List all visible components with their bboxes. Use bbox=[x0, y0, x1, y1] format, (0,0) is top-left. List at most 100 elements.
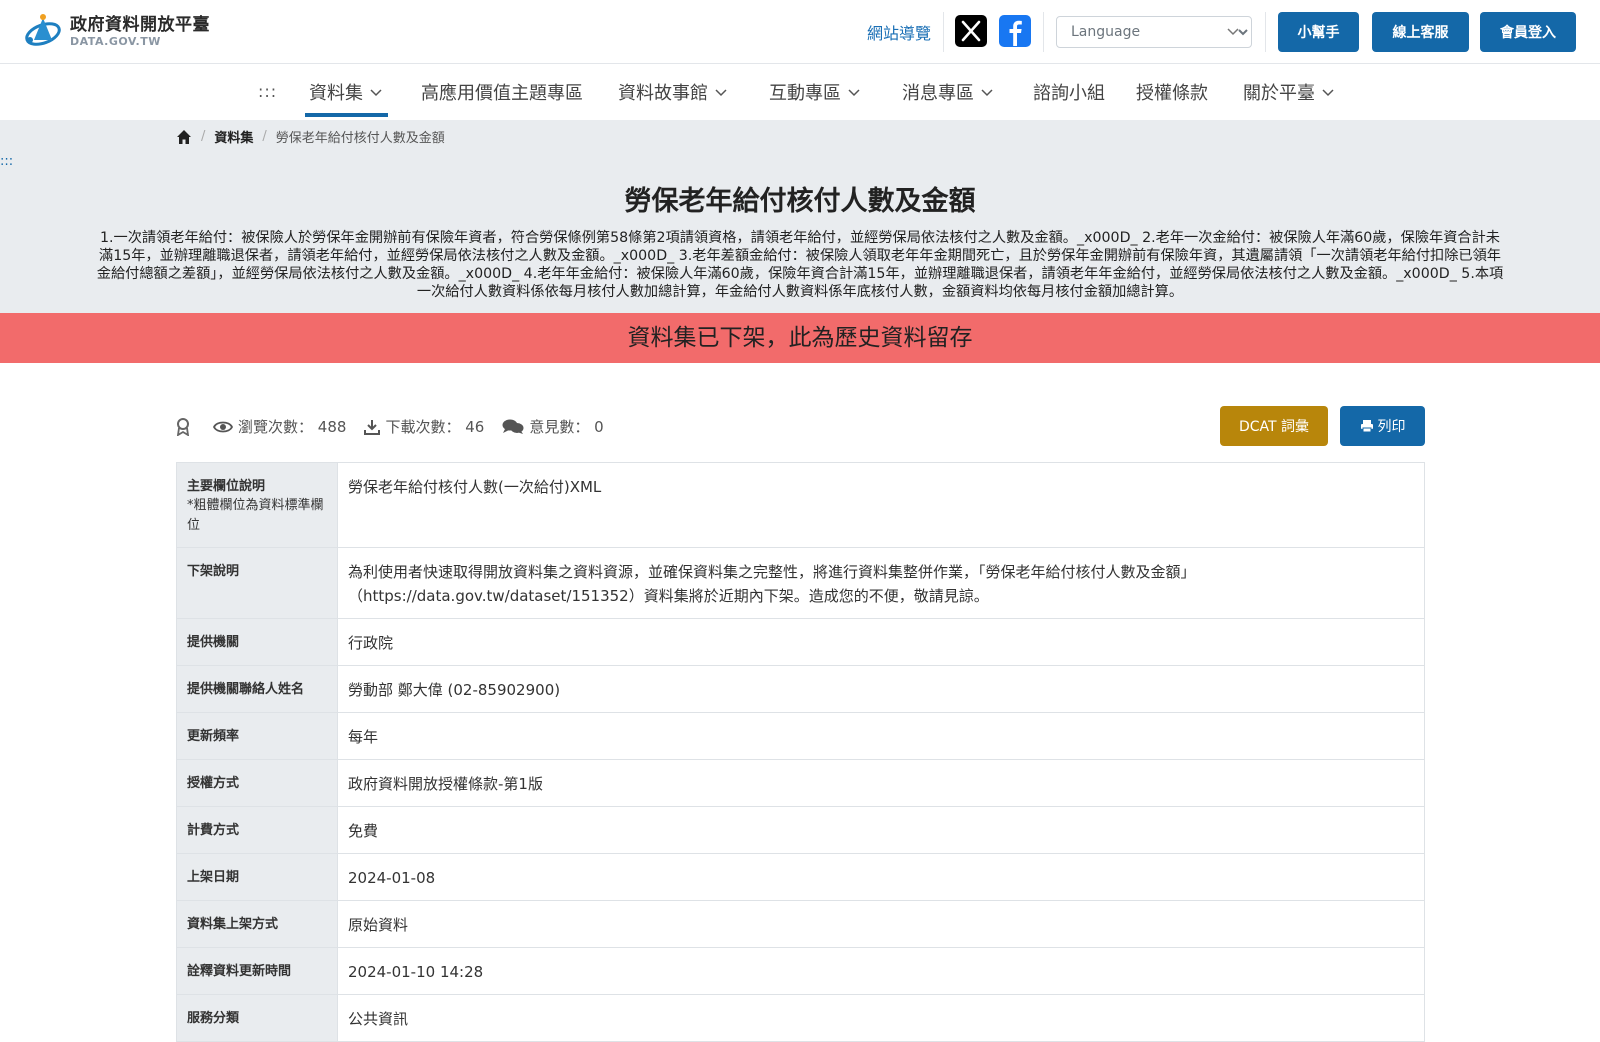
nav-item-datasets[interactable]: 資料集 bbox=[309, 79, 383, 105]
award-stat bbox=[176, 417, 195, 436]
row-value-main-fields: 勞保老年給付核付人數(一次給付)XML bbox=[337, 462, 1425, 548]
nav-item-label: 資料集 bbox=[309, 83, 363, 104]
eye-icon bbox=[213, 421, 233, 432]
language-select[interactable]: Language bbox=[1056, 16, 1252, 48]
table-row: 資料集上架方式 原始資料 bbox=[176, 900, 1425, 948]
row-key-frequency: 更新頻率 bbox=[176, 712, 338, 760]
row-key-delist-note: 下架說明 bbox=[176, 547, 338, 619]
downloads-stat: 下載次數： 46 bbox=[364, 416, 484, 437]
dataset-stats: 瀏覽次數： 488 下載次數： 46 意見數： 0 bbox=[176, 416, 622, 437]
printer-icon bbox=[1360, 420, 1373, 433]
row-key-note: *粗體欄位為資料標準欄位 bbox=[187, 498, 324, 533]
breadcrumb-item-current: 勞保老年給付核付人數及金額 bbox=[275, 131, 445, 146]
facebook-icon[interactable] bbox=[999, 15, 1031, 47]
row-key-published-date: 上架日期 bbox=[176, 853, 338, 901]
home-icon[interactable] bbox=[176, 129, 192, 145]
main-nav: ::: 資料集 高應用價值主題專區 資料故事館 互動專區 消息專區 諮詢小組 授… bbox=[0, 64, 1600, 120]
downloads-count: 46 bbox=[465, 417, 485, 436]
views-count: 488 bbox=[317, 417, 347, 436]
delisted-alert: 資料集已下架，此為歷史資料留存 bbox=[0, 313, 1600, 363]
nav-item-license[interactable]: 授權條款 bbox=[1136, 79, 1208, 105]
dataset-info-table: 主要欄位說明 *粗體欄位為資料標準欄位 勞保老年給付核付人數(一次給付)XML … bbox=[176, 462, 1425, 1042]
row-key-fee: 計費方式 bbox=[176, 806, 338, 854]
chevron-down-icon bbox=[848, 89, 860, 97]
row-key-publish-method: 資料集上架方式 bbox=[176, 900, 338, 948]
page-title: 勞保老年給付核付人數及金額 bbox=[624, 186, 976, 217]
table-row: 上架日期 2024-01-08 bbox=[176, 853, 1425, 901]
logo-title: 政府資料開放平臺 bbox=[70, 14, 210, 35]
table-row: 提供機關聯絡人姓名 勞動部 鄭大偉 (02-85902900) bbox=[176, 665, 1425, 713]
nav-item-label: 高應用價值主題專區 bbox=[421, 83, 583, 104]
row-key-label: 主要欄位說明 bbox=[187, 479, 266, 494]
table-row: 授權方式 政府資料開放授權條款-第1版 bbox=[176, 759, 1425, 807]
divider bbox=[1043, 12, 1044, 52]
nav-item-label: 諮詢小組 bbox=[1033, 83, 1105, 104]
table-row: 下架說明 為利使用者快速取得開放資料集之資料資源，並確保資料集之完整性，將進行資… bbox=[176, 547, 1425, 619]
site-header: 政府資料開放平臺 DATA.GOV.TW 網站導覽 Language 小幫手 線… bbox=[0, 0, 1600, 64]
nav-active-indicator bbox=[305, 113, 388, 117]
award-icon bbox=[176, 417, 190, 436]
comments-count: 0 bbox=[594, 417, 604, 436]
breadcrumb-item-datasets[interactable]: 資料集 bbox=[214, 127, 253, 146]
chevron-down-icon bbox=[1322, 89, 1334, 97]
accesskey-dots[interactable]: ::: bbox=[258, 82, 277, 101]
table-row: 服務分類 公共資訊 bbox=[176, 994, 1425, 1042]
x-twitter-icon[interactable] bbox=[955, 15, 987, 47]
print-button[interactable]: 列印 bbox=[1340, 406, 1425, 446]
row-value-provider-link[interactable]: 行政院 bbox=[337, 618, 1425, 666]
logo-subtitle: DATA.GOV.TW bbox=[70, 34, 161, 48]
table-row: 計費方式 免費 bbox=[176, 806, 1425, 854]
table-row: 提供機關 行政院 bbox=[176, 618, 1425, 666]
breadcrumb-separator: / bbox=[262, 129, 267, 144]
dataset-description: 1.一次請領老年給付：被保險人於勞保年金開辦前有保險年資者，符合勞保條例第58條… bbox=[96, 230, 1504, 300]
divider bbox=[943, 12, 944, 52]
nav-item-interactive[interactable]: 互動專區 bbox=[769, 79, 861, 105]
breadcrumb: / 資料集 / 勞保老年給付核付人數及金額 bbox=[176, 127, 445, 146]
member-login-button[interactable]: 會員登入 bbox=[1480, 12, 1576, 52]
comments-label: 意見數： bbox=[529, 418, 590, 436]
online-service-button[interactable]: 線上客服 bbox=[1372, 12, 1469, 52]
row-value-frequency: 每年 bbox=[337, 712, 1425, 760]
chevron-down-icon bbox=[981, 89, 993, 97]
comments-stat: 意見數： 0 bbox=[502, 416, 604, 437]
nav-item-label: 資料故事館 bbox=[618, 83, 708, 104]
row-key-provider: 提供機關 bbox=[176, 618, 338, 666]
row-value-contact: 勞動部 鄭大偉 (02-85902900) bbox=[337, 665, 1425, 713]
sitemap-link[interactable]: 網站導覽 bbox=[867, 20, 931, 44]
nav-item-stories[interactable]: 資料故事館 bbox=[618, 79, 728, 105]
views-stat: 瀏覽次數： 488 bbox=[213, 416, 346, 437]
accesskey-dots[interactable]: ::: bbox=[0, 154, 13, 169]
site-logo[interactable]: 政府資料開放平臺 DATA.GOV.TW bbox=[22, 10, 210, 52]
logo-mark-icon bbox=[25, 14, 61, 46]
row-value-fee: 免費 bbox=[337, 806, 1425, 854]
row-key-service-category: 服務分類 bbox=[176, 994, 338, 1042]
nav-item-label: 授權條款 bbox=[1136, 83, 1208, 104]
row-value-service-category-link[interactable]: 公共資訊 bbox=[337, 994, 1425, 1042]
row-key-contact: 提供機關聯絡人姓名 bbox=[176, 665, 338, 713]
nav-item-label: 消息專區 bbox=[902, 83, 974, 104]
nav-item-label: 關於平臺 bbox=[1243, 83, 1315, 104]
table-row: 詮釋資料更新時間 2024-01-10 14:28 bbox=[176, 947, 1425, 995]
chevron-down-icon bbox=[1227, 28, 1239, 36]
nav-item-about[interactable]: 關於平臺 bbox=[1243, 79, 1335, 105]
table-row: 主要欄位說明 *粗體欄位為資料標準欄位 勞保老年給付核付人數(一次給付)XML bbox=[176, 462, 1425, 548]
row-value-metadata-updated: 2024-01-10 14:28 bbox=[337, 947, 1425, 995]
print-label: 列印 bbox=[1377, 419, 1406, 435]
downloads-label: 下載次數： bbox=[385, 418, 461, 436]
views-label: 瀏覽次數： bbox=[238, 418, 314, 436]
nav-item-label: 互動專區 bbox=[769, 83, 841, 104]
divider bbox=[1265, 12, 1266, 52]
breadcrumb-separator: / bbox=[201, 129, 206, 144]
row-key-metadata-updated: 詮釋資料更新時間 bbox=[176, 947, 338, 995]
chevron-down-icon bbox=[715, 89, 727, 97]
table-row: 更新頻率 每年 bbox=[176, 712, 1425, 760]
row-value-license: 政府資料開放授權條款-第1版 bbox=[337, 759, 1425, 807]
row-value-delist-note: 為利使用者快速取得開放資料集之資料資源，並確保資料集之完整性，將進行資料集整併作… bbox=[337, 547, 1425, 619]
nav-item-news[interactable]: 消息專區 bbox=[902, 79, 994, 105]
nav-item-high-value[interactable]: 高應用價值主題專區 bbox=[421, 79, 583, 105]
dcat-vocabulary-button[interactable]: DCAT 詞彙 bbox=[1220, 406, 1328, 446]
row-key-main-fields: 主要欄位說明 *粗體欄位為資料標準欄位 bbox=[176, 462, 338, 548]
helper-button[interactable]: 小幫手 bbox=[1278, 12, 1359, 52]
chevron-down-icon bbox=[370, 89, 382, 97]
nav-item-advisory[interactable]: 諮詢小組 bbox=[1033, 79, 1105, 105]
